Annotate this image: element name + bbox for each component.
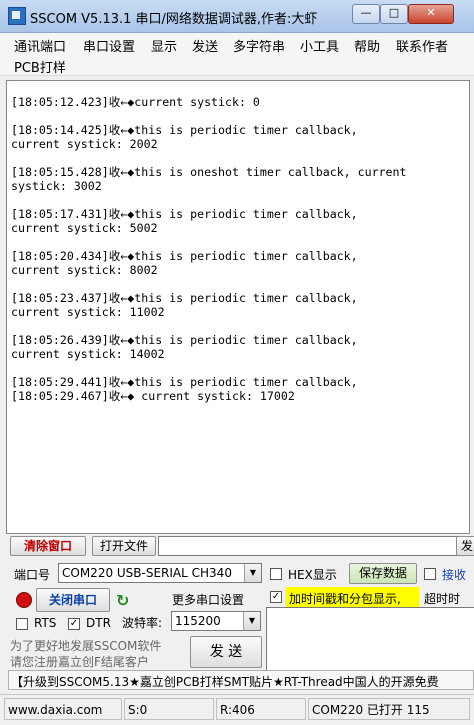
receive-to-file-label: 接收 xyxy=(442,568,467,582)
dtr-checkbox[interactable]: ✓ xyxy=(68,618,80,630)
promo-banner-text: 【升级到SSCOM5.13★嘉立创PCB打样SMT贴片★RT-Thread中国人… xyxy=(11,675,439,689)
hex-display-checkbox[interactable] xyxy=(270,568,282,580)
receive-textarea[interactable]: [18:05:12.423]收←◆current systick: 0 [18:… xyxy=(6,80,470,534)
menu-tools[interactable]: 小工具 xyxy=(300,36,339,55)
dtr-label: DTR xyxy=(86,616,111,630)
open-file-button[interactable]: 打开文件 xyxy=(92,536,156,556)
menu-send[interactable]: 发送 xyxy=(192,36,218,55)
menu-bar: 通讯端口 串口设置 显示 发送 多字符串 小工具 帮助 联系作者 PCB打样 xyxy=(0,33,474,76)
menu-serial-settings[interactable]: 串口设置 xyxy=(83,36,135,55)
menu-display[interactable]: 显示 xyxy=(151,36,177,55)
status-bar: www.daxia.com S:0 R:406 COM220 已打开 115 xyxy=(0,694,474,725)
port-select[interactable]: COM220 USB-SERIAL CH340 ▼ xyxy=(58,563,262,583)
port-label: 端口号 xyxy=(14,568,51,582)
menu-multi-string[interactable]: 多字符串 xyxy=(233,36,285,55)
save-data-button[interactable]: 保存数据 xyxy=(349,563,417,584)
promo-banner[interactable]: 【升级到SSCOM5.13★嘉立创PCB打样SMT贴片★RT-Thread中国人… xyxy=(8,670,474,690)
timeout-label: 超时时 xyxy=(424,592,461,606)
timestamp-checkbox[interactable]: ✓ xyxy=(270,591,282,603)
timestamp-label: 加时间戳和分包显示, xyxy=(289,592,401,606)
send-textarea[interactable] xyxy=(266,607,474,671)
promo-line-2: 请您注册嘉立创F结尾客户 xyxy=(10,655,149,669)
file-toolbar: 清除窗口 打开文件 发 xyxy=(10,536,474,558)
status-website[interactable]: www.daxia.com xyxy=(4,698,122,720)
chevron-down-icon: ▼ xyxy=(243,612,260,630)
receive-log: [18:05:12.423]收←◆current systick: 0 [18:… xyxy=(11,95,407,403)
menu-contact-author[interactable]: 联系作者 xyxy=(396,36,448,55)
menu-comm-port[interactable]: 通讯端口 xyxy=(14,36,66,55)
refresh-icon[interactable]: ↻ xyxy=(116,591,129,610)
rts-label: RTS xyxy=(34,616,57,630)
close-port-button[interactable]: 关闭串口 xyxy=(36,588,110,612)
chevron-down-icon: ▼ xyxy=(244,564,261,582)
promo-line-1: 为了更好地发展SSCOM软件 xyxy=(10,639,162,653)
status-port-state: COM220 已打开 115 xyxy=(308,698,470,720)
status-sent-count: S:0 xyxy=(124,698,214,720)
menu-help[interactable]: 帮助 xyxy=(354,36,380,55)
rts-checkbox[interactable] xyxy=(16,618,28,630)
baud-rate-label: 波特率: xyxy=(122,616,163,630)
minimize-button[interactable]: — xyxy=(352,4,380,24)
hex-display-label: HEX显示 xyxy=(288,568,337,582)
clear-window-button[interactable]: 清除窗口 xyxy=(10,536,86,556)
more-serial-settings[interactable]: 更多串口设置 xyxy=(172,591,244,608)
port-select-value: COM220 USB-SERIAL CH340 xyxy=(62,566,232,580)
menu-pcb-proofing[interactable]: PCB打样 xyxy=(14,57,66,76)
send-button[interactable]: 发 送 xyxy=(190,636,262,668)
file-path-input[interactable] xyxy=(158,536,462,556)
send-file-button[interactable]: 发 xyxy=(456,536,474,556)
close-button[interactable]: ✕ xyxy=(408,4,454,24)
baud-rate-select[interactable]: 115200 ▼ xyxy=(171,611,261,631)
port-status-icon xyxy=(16,592,32,608)
window-title: SSCOM V5.13.1 串口/网络数据调试器,作者:大虾 xyxy=(30,12,318,27)
receive-to-file-checkbox[interactable] xyxy=(424,568,436,580)
maximize-button[interactable]: □ xyxy=(380,4,408,24)
status-received-count: R:406 xyxy=(216,698,306,720)
title-bar: SSCOM V5.13.1 串口/网络数据调试器,作者:大虾 — □ ✕ xyxy=(0,0,474,33)
baud-rate-value: 115200 xyxy=(175,614,221,628)
app-icon xyxy=(8,7,26,25)
